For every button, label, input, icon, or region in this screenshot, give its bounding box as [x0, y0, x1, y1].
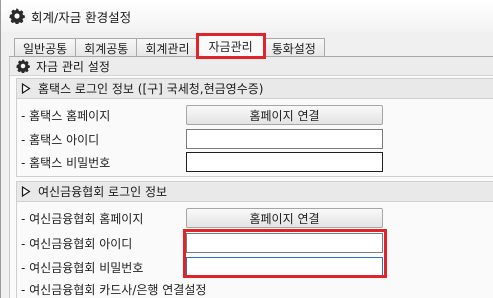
page-header: 자금 관리 설정	[10, 57, 493, 76]
tab-accounting-common[interactable]: 회계공통	[75, 38, 138, 57]
hometax-group-header: 홈택스 로그인 정보 ([구] 국세청,현금영수증)	[17, 79, 493, 99]
crefia-group-header: 여신금융협회 로그인 정보	[17, 182, 493, 202]
tab-general-common[interactable]: 일반공통	[14, 38, 77, 57]
triangle-right-icon	[21, 186, 31, 197]
hometax-password-input[interactable]	[186, 152, 383, 172]
tab-bar: 일반공통 회계공통 회계관리 자금관리 통화설정	[14, 33, 325, 59]
tab-fund-management[interactable]: 자금관리	[195, 33, 266, 59]
crefia-id-label: - 여신금융협회 아이디	[21, 236, 133, 251]
settings-window: 회계/자금 환경설정 일반공통 회계공통 회계관리 자금관리 통화설정 자금 관…	[0, 0, 493, 298]
gear-icon	[16, 59, 30, 73]
triangle-right-icon	[21, 83, 31, 94]
hometax-password-row: - 홈택스 비밀번호	[21, 152, 110, 172]
hometax-group-title: 홈택스 로그인 정보 ([구] 국세청,현금영수증)	[38, 82, 264, 96]
hometax-id-row: - 홈택스 아이디	[21, 129, 99, 149]
crefia-homepage-label: - 여신금융협회 홈페이지	[21, 211, 144, 226]
window-title: 회계/자금 환경설정	[31, 9, 132, 25]
hometax-password-label: - 홈택스 비밀번호	[21, 155, 111, 170]
crefia-id-input[interactable]	[186, 233, 383, 253]
crefia-password-row: - 여신금융협회 비밀번호	[21, 257, 143, 277]
crefia-group: 여신금융협회 로그인 정보 - 여신금융협회 홈페이지 홈페이지 연결 - 여신…	[16, 181, 493, 298]
crefia-card-bank-label: - 여신금융협회 카드사/은행 연결설정	[21, 282, 207, 297]
crefia-homepage-button[interactable]: 홈페이지 연결	[186, 208, 383, 228]
hometax-group: 홈택스 로그인 정보 ([구] 국세청,현금영수증) - 홈택스 홈페이지 홈페…	[16, 78, 493, 177]
crefia-card-bank-row[interactable]: - 여신금융협회 카드사/은행 연결설정	[21, 279, 206, 298]
page-title: 자금 관리 설정	[36, 59, 110, 74]
hometax-homepage-label: - 홈택스 홈페이지	[21, 108, 111, 123]
crefia-group-title: 여신금융협회 로그인 정보	[38, 185, 168, 199]
hometax-id-input[interactable]	[186, 129, 383, 149]
crefia-homepage-row: - 여신금융협회 홈페이지	[21, 208, 143, 228]
crefia-password-label: - 여신금융협회 비밀번호	[21, 260, 144, 275]
crefia-password-input[interactable]	[186, 257, 383, 277]
tab-accounting-management[interactable]: 회계관리	[136, 38, 199, 57]
crefia-id-row: - 여신금융협회 아이디	[21, 233, 132, 253]
gear-icon	[9, 8, 25, 24]
hometax-homepage-button[interactable]: 홈페이지 연결	[186, 105, 383, 125]
fund-management-page: 자금 관리 설정 홈택스 로그인 정보 ([구] 국세청,현금영수증) - 홈택…	[9, 57, 493, 298]
hometax-homepage-row: - 홈택스 홈페이지	[21, 105, 110, 125]
tab-currency-settings[interactable]: 통화설정	[262, 38, 325, 57]
title-bar: 회계/자금 환경설정	[1, 0, 493, 32]
hometax-id-label: - 홈택스 아이디	[21, 132, 100, 147]
